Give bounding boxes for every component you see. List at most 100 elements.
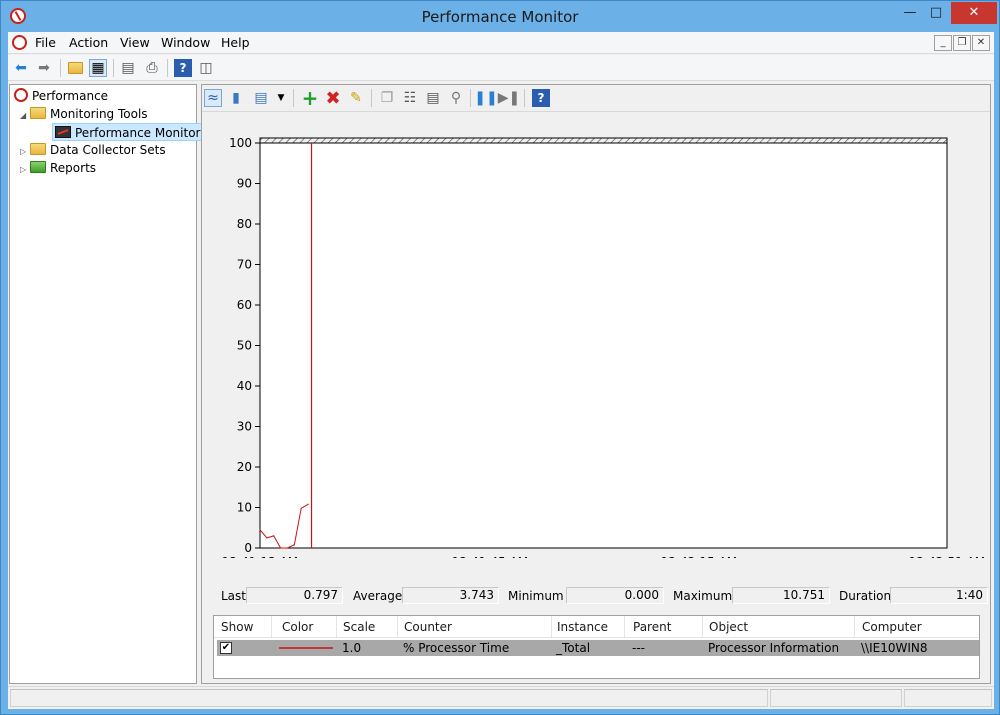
folder-icon [30,143,46,155]
copy-properties-icon[interactable]: ❐ [378,89,396,107]
reports-icon [30,161,46,173]
mmc-icon[interactable] [12,35,27,50]
minimize-button[interactable]: — [897,2,923,24]
tree-item-performance[interactable]: Performance [14,87,108,105]
counter-color-swatch [279,647,333,649]
toolbar-separator [60,59,61,77]
column-header-instance[interactable]: Instance [557,620,608,634]
menu-help[interactable]: Help [221,35,250,50]
change-graph-type-icon[interactable]: ▤ [252,89,270,107]
statistics-bar: Last 0.797 Average 3.743 Minimum 0.000 M… [202,586,990,608]
counter-parent: --- [632,641,645,655]
status-segment [10,689,768,707]
folder-icon [30,107,46,119]
y-tick-label: 90 [237,177,252,191]
plot-area [259,142,948,549]
column-header-parent[interactable]: Parent [633,620,671,634]
duration-value: 1:40 [890,587,988,604]
maximize-button[interactable]: □ [923,2,949,24]
paste-counter-list-icon[interactable]: ☷ [401,89,419,107]
view-log-data-icon[interactable]: ▮ [227,89,245,107]
counter-instance: _Total [556,641,591,655]
data-point [259,529,261,531]
data-point [293,544,295,546]
column-header-counter[interactable]: Counter [404,620,452,634]
toolbar-separator [113,59,114,77]
counter-object: Processor Information [708,641,840,655]
column-divider [271,616,272,638]
delete-counter-icon[interactable]: ✖ [324,88,342,109]
print-icon[interactable]: ⎙ [143,59,161,77]
column-divider [336,616,337,638]
navigation-tree: Performance ◢ Monitoring Tools Performanc… [9,84,204,684]
status-segment [770,689,902,707]
data-point [266,537,268,539]
status-bar [8,686,994,708]
column-divider [854,616,855,638]
counter-computer: \\IE10WIN8 [861,641,928,655]
x-tick-label: 12:42:51 AM [909,555,985,558]
mdi-restore-button[interactable]: ❐ [953,35,971,51]
zoom-icon[interactable]: ⚲ [447,89,465,107]
close-button[interactable]: ✕ [951,2,997,24]
update-data-icon[interactable]: ▶❚ [498,89,521,107]
show-checkbox[interactable]: ✔ [220,642,232,654]
menu-file[interactable]: File [35,35,56,50]
tree-item-monitoring-tools[interactable]: ◢ Monitoring Tools [20,105,148,123]
y-tick-label: 10 [237,501,252,515]
average-label: Average [353,589,403,603]
last-value: 0.797 [246,587,343,604]
client-area: File Action View Window Help _ ❐ ✕ ⬅ ➡ ▦ ▤… [8,32,994,709]
collapse-arrow-icon[interactable]: ◢ [20,107,30,125]
properties-icon[interactable]: ▤ [424,89,442,107]
y-tick-label: 20 [237,460,252,474]
help-icon[interactable]: ? [174,59,192,77]
counter-scale: 1.0 [342,641,362,655]
column-header-show[interactable]: Show [221,620,253,634]
y-tick-label: 80 [237,217,252,231]
toolbar-separator [371,89,372,107]
toolbar-separator [524,89,525,107]
toolbar-separator [470,89,471,107]
show-hide-tree-icon[interactable]: ▦ [89,59,107,77]
forward-arrow-icon[interactable]: ➡ [35,59,53,77]
main-toolbar: ⬅ ➡ ▦ ▤ ⎙ ? ◫ [8,55,994,81]
column-header-object[interactable]: Object [709,620,748,634]
freeze-display-icon[interactable]: ❚❚ [474,89,497,107]
average-value: 3.743 [402,587,499,604]
help-icon[interactable]: ? [532,89,550,107]
view-current-activity-icon[interactable]: ≈ [204,89,222,107]
performance-monitor-pane: ≈ ▮ ▤ ▼ + ✖ ✎ ❐ ☷ ▤ ⚲ ❚❚ ▶❚ ? 0 10 20 30 [201,84,991,684]
column-header-color[interactable]: Color [282,620,313,634]
graph-type-dropdown-icon[interactable]: ▼ [272,89,290,107]
window-title: Performance Monitor [421,8,579,26]
action-pane-icon[interactable]: ◫ [197,59,215,77]
column-divider [551,616,552,638]
x-tick-label: 12:42:15 AM [661,555,737,558]
column-header-scale[interactable]: Scale [343,620,375,634]
title-bar: Performance Monitor — □ ✕ [1,1,999,32]
column-header-computer[interactable]: Computer [862,620,922,634]
y-tick-label: 30 [237,420,252,434]
back-arrow-icon[interactable]: ⬅ [12,59,30,77]
counter-legend: Show Color Scale Counter Instance Parent… [213,615,980,679]
tree-item-data-collector-sets[interactable]: ▷ Data Collector Sets [20,141,166,159]
expand-arrow-icon[interactable]: ▷ [20,161,30,179]
highlight-icon[interactable]: ✎ [347,89,365,107]
export-list-icon[interactable]: ▤ [119,59,137,77]
mdi-minimize-button[interactable]: _ [934,35,952,51]
duration-label: Duration [839,589,892,603]
legend-row[interactable]: ✔ 1.0 % Processor Time _Total --- Proces… [217,640,979,656]
add-counter-icon[interactable]: + [301,86,319,110]
mdi-close-button[interactable]: ✕ [972,35,990,51]
graph-toolbar: ≈ ▮ ▤ ▼ + ✖ ✎ ❐ ☷ ▤ ⚲ ❚❚ ▶❚ ? [202,85,990,112]
tree-item-performance-monitor[interactable]: Performance Monitor [52,123,204,141]
menu-window[interactable]: Window [161,35,210,50]
last-label: Last [221,589,246,603]
status-segment [904,689,992,707]
tree-item-reports[interactable]: ▷ Reports [20,159,96,177]
up-folder-icon[interactable] [66,59,84,77]
menu-view[interactable]: View [120,35,150,50]
menu-action[interactable]: Action [69,35,108,50]
data-point [280,547,282,549]
